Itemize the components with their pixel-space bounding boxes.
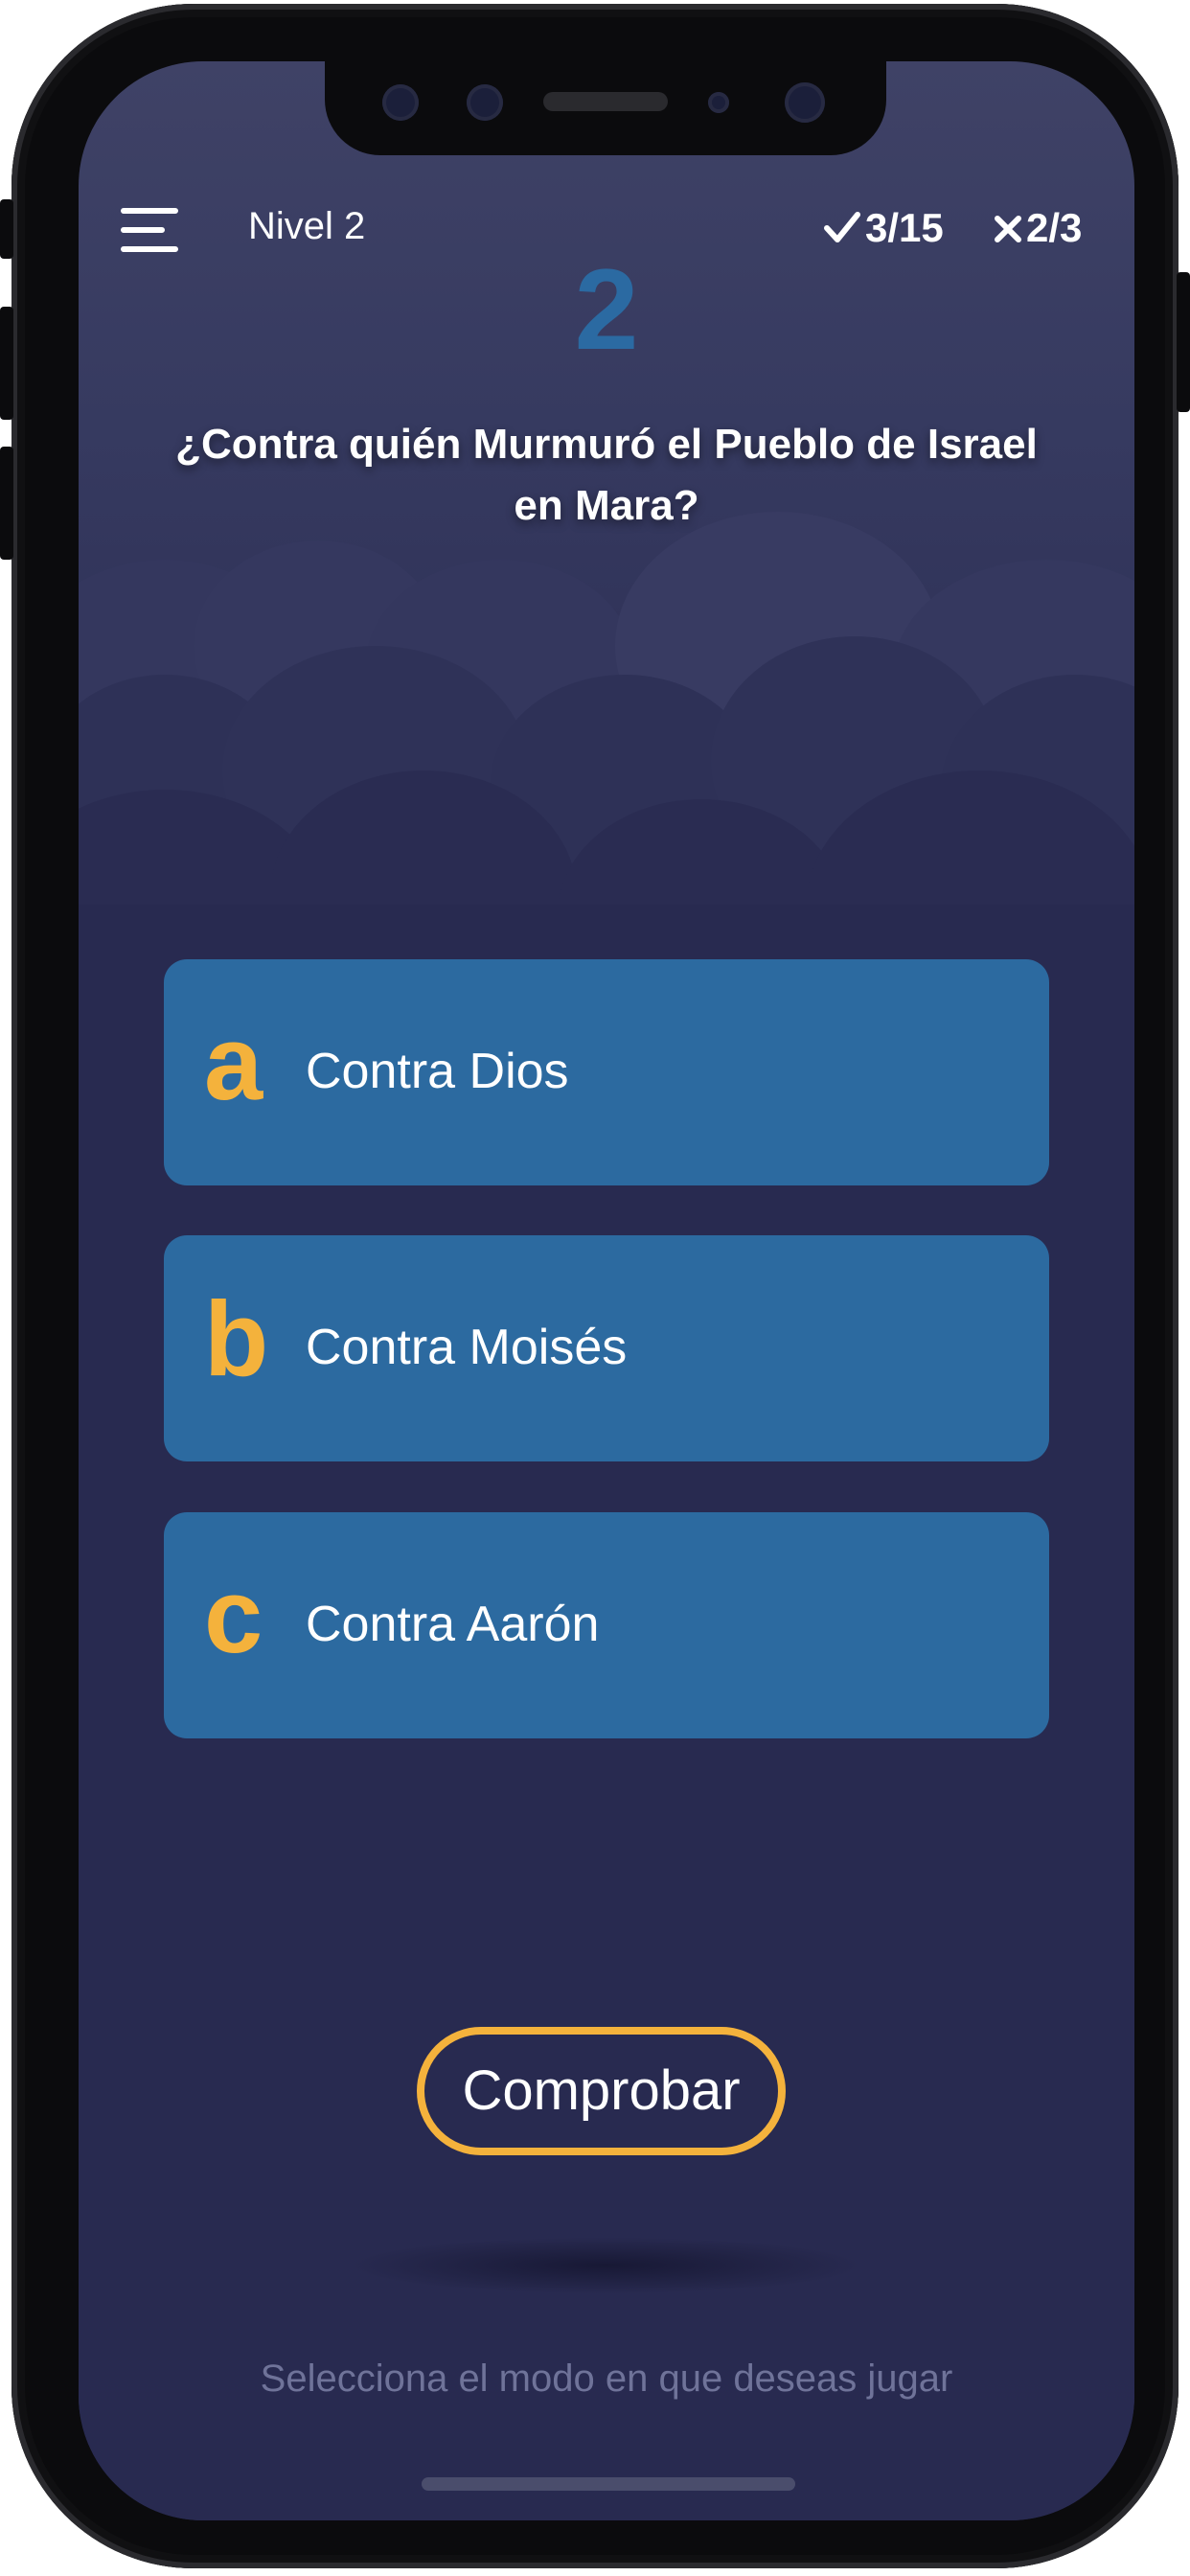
app-screen: Nivel 2 3/15 2/3 2 ¿Contra quién Murmuró…	[79, 61, 1134, 2520]
answer-option-a[interactable]: a Contra Dios	[164, 959, 1049, 1185]
answer-text: Contra Aarón	[306, 1597, 600, 1652]
question-text: ¿Contra quién Murmuró el Pueblo de Israe…	[175, 421, 1038, 529]
check-button[interactable]: Comprobar	[417, 2027, 786, 2155]
front-camera-icon	[785, 82, 825, 123]
checkmark-icon	[824, 212, 860, 242]
cross-icon	[995, 216, 1021, 242]
sensor-icon	[467, 84, 503, 121]
camera-notch	[325, 61, 886, 155]
answer-letter: b	[204, 1280, 269, 1398]
mode-hint-text: Selecciona el modo en que deseas jugar	[260, 2358, 953, 2400]
answer-text: Contra Moisés	[306, 1320, 628, 1375]
volume-up-button	[0, 307, 13, 420]
answer-letter: a	[204, 1004, 263, 1122]
phone-frame: Nivel 2 3/15 2/3 2 ¿Contra quién Murmuró…	[0, 4, 1190, 2568]
power-button	[1177, 272, 1190, 412]
mute-switch	[0, 199, 13, 259]
volume-down-button	[0, 447, 13, 560]
home-indicator[interactable]	[422, 2477, 795, 2491]
answer-letter: c	[204, 1557, 263, 1675]
level-label: Nivel 2	[248, 205, 366, 247]
camera-lens-icon	[382, 84, 419, 121]
speaker-grille	[543, 92, 668, 111]
answer-option-b[interactable]: b Contra Moisés	[164, 1235, 1049, 1461]
proximity-sensor-icon	[708, 92, 729, 113]
button-shadow	[347, 2237, 864, 2294]
answer-text: Contra Dios	[306, 1044, 569, 1099]
answer-option-c[interactable]: c Contra Aarón	[164, 1512, 1049, 1738]
question-number: 2	[574, 245, 639, 374]
